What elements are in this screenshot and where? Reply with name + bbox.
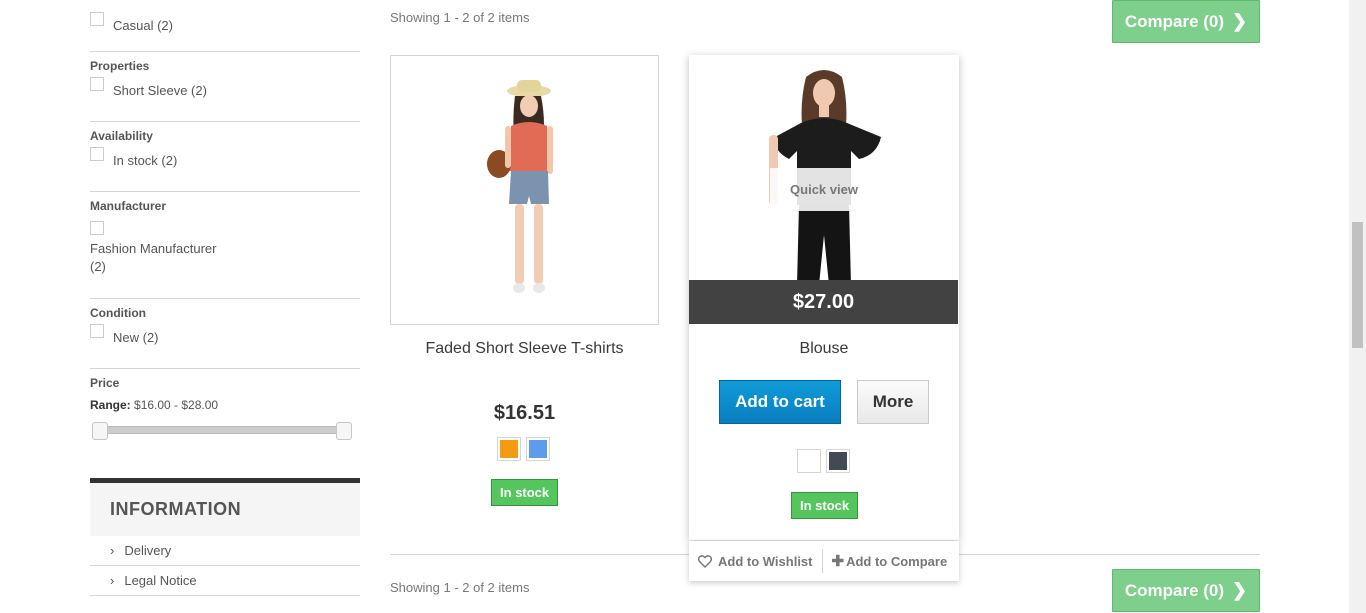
product-title-blouse[interactable]: Blouse: [689, 340, 959, 358]
showing-count-bottom: Showing 1 - 2 of 2 items: [390, 580, 530, 595]
color-swatch-dark-gray[interactable]: [826, 449, 850, 473]
filter-title: Availability: [90, 129, 153, 143]
information-title: INFORMATION: [90, 478, 360, 536]
color-swatch-orange[interactable]: [497, 437, 521, 461]
divider: [90, 51, 360, 52]
chevron-right-icon: ›: [110, 573, 115, 588]
quick-view-button[interactable]: Quick view: [770, 168, 878, 211]
product-price-blouse: $27.00: [689, 280, 958, 324]
filter-option-short-sleeve[interactable]: Short Sleeve (2): [90, 77, 360, 100]
plus-icon: ✚: [831, 553, 845, 570]
checkbox[interactable]: [90, 12, 104, 26]
info-link-legal-notice[interactable]: › Legal Notice: [90, 566, 360, 596]
divider: [90, 368, 360, 369]
price-slider-track[interactable]: [95, 426, 345, 434]
checkbox[interactable]: [90, 324, 104, 338]
filter-group-availability: Availability In stock (2): [90, 129, 360, 170]
product-price-faded-tshirt: $16.51: [493, 402, 556, 424]
product-image-faded-tshirt[interactable]: [390, 55, 659, 325]
chevron-right-icon: ›: [110, 543, 115, 558]
filter-option-fashion-manufacturer[interactable]: Fashion Manufacturer (2): [90, 240, 360, 276]
price-slider-max-handle[interactable]: [336, 422, 352, 440]
compare-button-top[interactable]: Compare (0) ❯: [1112, 0, 1260, 43]
availability-badge: In stock: [791, 492, 859, 519]
filter-option-new[interactable]: New (2): [90, 324, 360, 347]
price-range-text: Range: $16.00 - $28.00: [90, 398, 219, 412]
chevron-right-icon: ❯: [1232, 11, 1248, 31]
heart-icon: [698, 554, 712, 568]
availability-badge: In stock: [491, 479, 559, 506]
checkbox[interactable]: [90, 77, 104, 91]
more-button[interactable]: More: [857, 380, 929, 424]
filter-title: Properties: [90, 59, 150, 73]
product-card-footer-blouse: Add to Wishlist ✚ Add to Compare: [689, 541, 959, 581]
filter-title: Price: [90, 376, 120, 390]
compare-button-bottom[interactable]: Compare (0) ❯: [1112, 569, 1260, 612]
filter-group-styles: Casual (2): [90, 11, 360, 35]
showing-count-top: Showing 1 - 2 of 2 items: [390, 10, 530, 25]
product-photo: [487, 80, 553, 293]
information-block: INFORMATION › Delivery › Legal Notice: [90, 478, 360, 596]
color-swatch-white[interactable]: [797, 449, 821, 473]
filter-group-properties: Properties Short Sleeve (2): [90, 59, 360, 100]
divider: [90, 191, 360, 192]
filter-title: Condition: [90, 306, 146, 320]
filter-title: Manufacturer: [90, 199, 167, 213]
filter-group-condition: Condition New (2): [90, 306, 360, 347]
page-scrollbar[interactable]: [1349, 0, 1366, 613]
price-slider-min-handle[interactable]: [92, 422, 108, 440]
add-to-cart-button[interactable]: Add to cart: [719, 380, 841, 424]
info-link-delivery[interactable]: › Delivery: [90, 536, 360, 566]
product-title-faded-tshirt[interactable]: Faded Short Sleeve T-shirts: [390, 340, 659, 358]
checkbox[interactable]: [90, 221, 104, 235]
add-to-wishlist-link[interactable]: Add to Wishlist: [689, 549, 822, 573]
add-to-compare-link[interactable]: ✚ Add to Compare: [821, 549, 957, 573]
scrollbar-thumb[interactable]: [1352, 222, 1363, 348]
product-card-blouse[interactable]: Quick view $27.00 Blouse Add to cart Mor…: [689, 55, 959, 540]
color-swatches-faded-tshirt: [497, 437, 550, 461]
chevron-right-icon: ❯: [1232, 580, 1248, 600]
checkbox[interactable]: [90, 147, 104, 161]
divider: [90, 121, 360, 122]
filter-group-manufacturer: Manufacturer Fashion Manufacturer (2): [90, 199, 360, 276]
filter-group-price: Price Range: $16.00 - $28.00: [90, 376, 360, 440]
filter-option-in-stock[interactable]: In stock (2): [90, 147, 360, 170]
divider: [90, 298, 360, 299]
filter-option-casual[interactable]: Casual (2): [90, 12, 360, 35]
color-swatches-blouse: [797, 449, 850, 473]
color-swatch-blue[interactable]: [526, 437, 550, 461]
